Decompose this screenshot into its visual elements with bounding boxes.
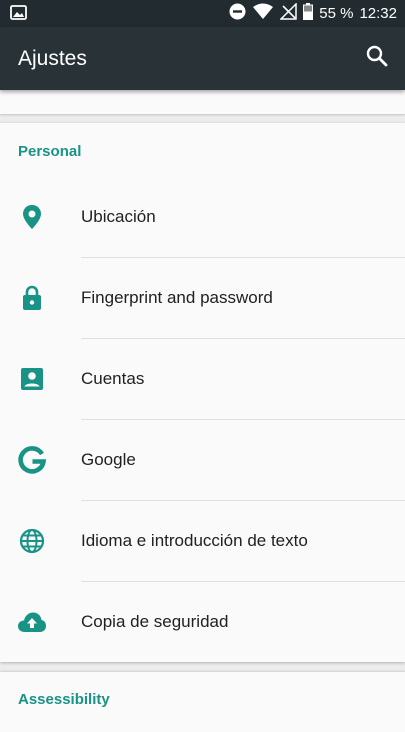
battery-percent: 55 % [319,5,354,22]
account-box-icon [16,363,48,395]
settings-item-copia-de-seguridad[interactable]: Copia de seguridad [0,582,405,663]
settings-item-google[interactable]: Google [0,420,405,501]
image-notification-icon [10,5,27,25]
status-icons: 55 % 12:32 [229,0,397,27]
settings-item-idioma[interactable]: Idioma e introducción de texto [0,501,405,582]
globe-icon [16,525,48,557]
settings-item-label: Copia de seguridad [81,612,229,631]
section-header-personal: Personal [18,143,82,160]
status-bar: 55 % 12:32 [0,0,405,27]
no-signal-icon [279,1,297,25]
do-not-disturb-icon [229,3,246,25]
location-pin-icon [16,201,48,233]
settings-item-cuentas[interactable]: Cuentas [0,339,405,420]
personal-section-card: Personal Ubicación Fingerprint and passw… [0,123,405,662]
lock-icon [16,282,48,314]
google-icon [16,444,48,476]
wifi-icon [252,3,274,25]
accessibility-section-card: Assessibility [0,672,405,732]
settings-item-ubicacion[interactable]: Ubicación [0,177,405,258]
settings-item-label: Idioma e introducción de texto [81,531,308,550]
search-icon [366,45,388,72]
section-header-accessibility: Assessibility [18,691,110,708]
app-bar: Ajustes [0,27,405,90]
page-title: Ajustes [18,47,87,70]
settings-item-label: Ubicación [81,207,156,226]
battery-icon [303,2,314,25]
cloud-upload-icon [16,606,48,638]
settings-item-label: Cuentas [81,369,145,388]
settings-item-label: Google [81,450,136,469]
settings-item-fingerprint[interactable]: Fingerprint and password [0,258,405,339]
clock: 12:32 [359,5,397,22]
settings-item-label: Fingerprint and password [81,288,273,307]
search-button[interactable] [363,44,391,72]
previous-section-card [0,90,405,114]
